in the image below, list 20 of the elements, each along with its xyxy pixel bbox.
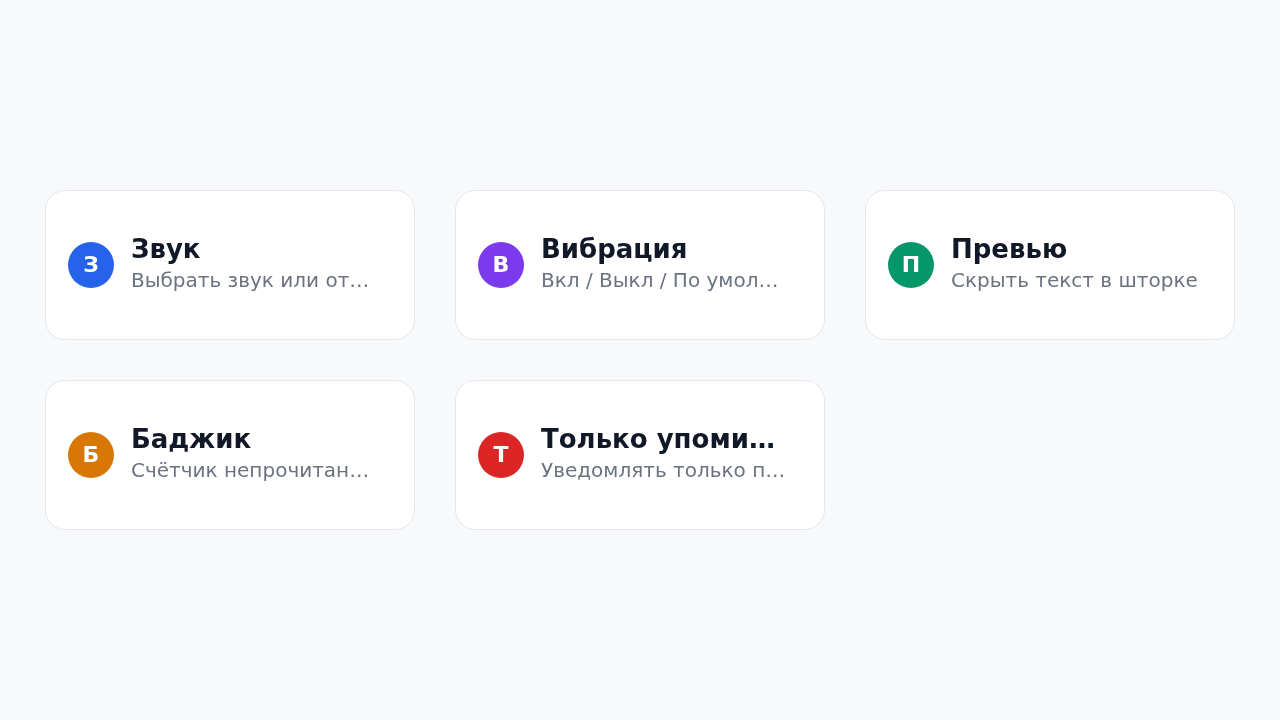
letter-avatar: Т <box>478 432 524 478</box>
setting-card[interactable]: П Превью Скрыть текст в шторке <box>865 190 1235 340</box>
letter-avatar: В <box>478 242 524 288</box>
card-subtitle: Вкл / Выкл / По умол… <box>541 268 779 293</box>
card-title: Вибрация <box>541 233 688 266</box>
card-subtitle: Уведомлять только п… <box>541 458 786 483</box>
letter-avatar: З <box>68 242 114 288</box>
card-subtitle: Скрыть текст в шторке <box>951 268 1198 293</box>
letter-avatar: Б <box>68 432 114 478</box>
card-title: Баджик <box>131 423 252 456</box>
setting-card[interactable]: З Звук Выбрать звук или от… <box>45 190 415 340</box>
card-subtitle: Счётчик непрочитан… <box>131 458 370 483</box>
letter-avatar: П <box>888 242 934 288</box>
card-title: Только упоми… <box>541 423 775 456</box>
card-title: Звук <box>131 233 201 266</box>
setting-card[interactable]: В Вибрация Вкл / Выкл / По умол… <box>455 190 825 340</box>
setting-card[interactable]: Б Баджик Счётчик непрочитан… <box>45 380 415 530</box>
card-subtitle: Выбрать звук или от… <box>131 268 370 293</box>
setting-card[interactable]: Т Только упоми… Уведомлять только п… <box>455 380 825 530</box>
card-title: Превью <box>951 233 1068 266</box>
